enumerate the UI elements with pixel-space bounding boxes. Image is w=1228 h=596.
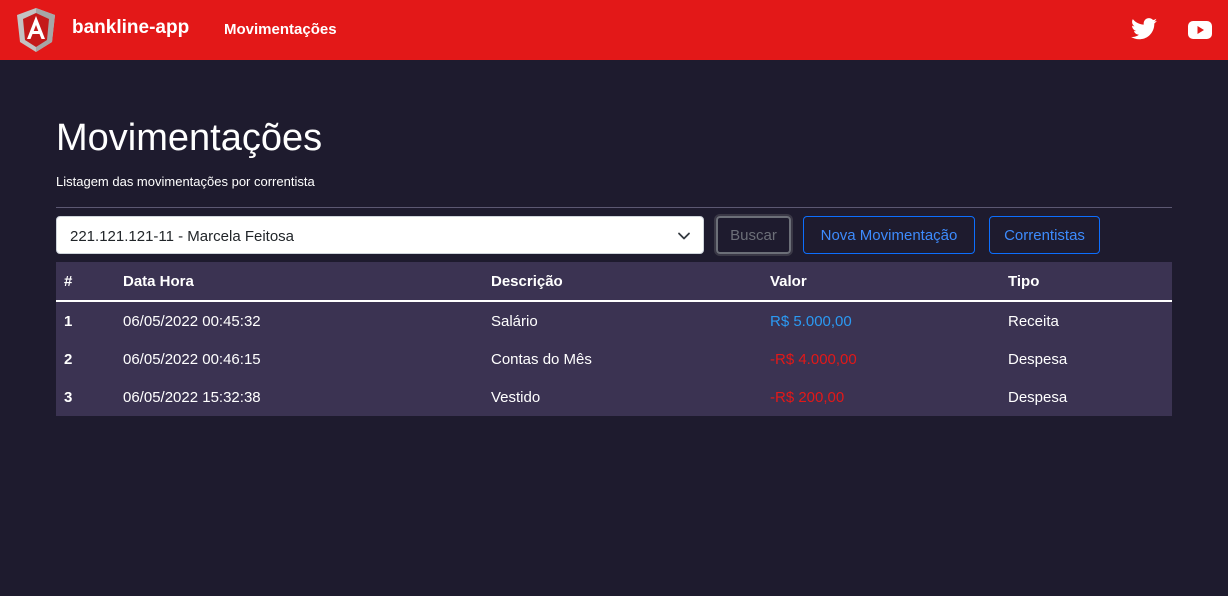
table-row: 3 06/05/2022 15:32:38 Vestido -R$ 200,00… (56, 378, 1172, 416)
table-header-row: # Data Hora Descrição Valor Tipo (56, 262, 1172, 302)
page-subtitle: Listagem das movimentações por correntis… (56, 174, 315, 189)
nav-link-movimentacoes[interactable]: Movimentações (224, 21, 337, 38)
row-tipo: Receita (1008, 313, 1059, 330)
column-header-tipo: Tipo (1008, 273, 1040, 290)
row-tipo: Despesa (1008, 351, 1068, 368)
page-title: Movimentações (56, 117, 323, 159)
row-data-hora: 06/05/2022 15:32:38 (123, 389, 261, 406)
brand-name[interactable]: bankline-app (72, 17, 189, 39)
column-header-id: # (64, 273, 73, 290)
correntistas-button[interactable]: Correntistas (989, 216, 1100, 254)
movimentacoes-table: # Data Hora Descrição Valor Tipo 1 06/05… (56, 262, 1172, 416)
divider (56, 207, 1172, 208)
column-header-valor: Valor (770, 273, 807, 290)
nova-movimentacao-button[interactable]: Nova Movimentação (803, 216, 975, 254)
row-descricao: Salário (491, 313, 538, 330)
table-row: 1 06/05/2022 00:45:32 Salário R$ 5.000,0… (56, 302, 1172, 340)
row-descricao: Vestido (491, 389, 541, 406)
youtube-icon[interactable] (1188, 20, 1212, 40)
row-tipo: Despesa (1008, 389, 1068, 406)
row-id: 3 (64, 389, 73, 406)
twitter-icon[interactable] (1131, 18, 1157, 40)
chevron-down-icon (678, 232, 690, 240)
angular-logo-icon[interactable] (16, 7, 56, 53)
row-valor: -R$ 4.000,00 (770, 351, 857, 368)
row-valor: -R$ 200,00 (770, 389, 845, 406)
correntista-select-value: 221.121.121-11 - Marcela Feitosa (70, 228, 295, 245)
row-valor: R$ 5.000,00 (770, 313, 852, 330)
navbar: bankline-app Movimentações (0, 0, 1228, 60)
column-header-data-hora: Data Hora (123, 273, 194, 290)
correntista-select[interactable]: 221.121.121-11 - Marcela Feitosa (56, 216, 704, 254)
column-header-descricao: Descrição (491, 273, 563, 290)
table-row: 2 06/05/2022 00:46:15 Contas do Mês -R$ … (56, 340, 1172, 378)
row-descricao: Contas do Mês (491, 351, 592, 368)
row-id: 2 (64, 351, 73, 368)
row-data-hora: 06/05/2022 00:46:15 (123, 351, 261, 368)
buscar-button[interactable]: Buscar (716, 216, 791, 254)
row-id: 1 (64, 313, 73, 330)
row-data-hora: 06/05/2022 00:45:32 (123, 313, 261, 330)
